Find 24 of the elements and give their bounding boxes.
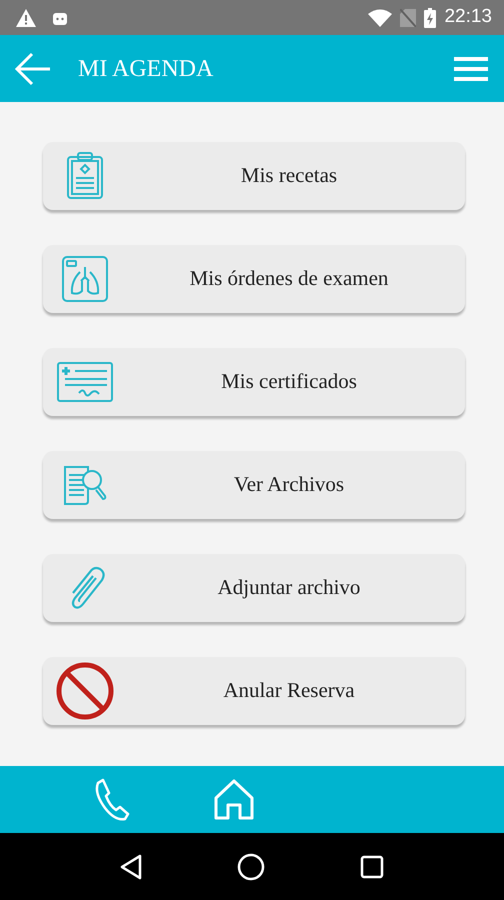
no-sim-icon <box>400 8 416 26</box>
menu-button[interactable]: Mis certificados <box>43 348 465 416</box>
menu-button[interactable]: Ver Archivos <box>43 451 465 519</box>
back-nav-icon[interactable] <box>120 854 142 880</box>
menu-button[interactable]: Anular Reserva <box>43 657 465 725</box>
lungs-xray-icon <box>61 255 109 303</box>
page-title: MI AGENDA <box>78 54 214 84</box>
home-nav-icon[interactable] <box>237 852 265 880</box>
wifi-icon <box>368 8 392 26</box>
menu-button[interactable]: Mis recetas <box>43 142 465 210</box>
warning-icon <box>16 8 36 26</box>
back-arrow-icon[interactable] <box>14 52 52 86</box>
certificate-icon <box>57 362 113 402</box>
prohibited-icon <box>56 662 114 720</box>
clipboard-icon <box>66 152 104 200</box>
document-search-icon <box>62 463 108 507</box>
home-icon[interactable] <box>213 778 255 820</box>
recents-nav-icon[interactable] <box>360 854 384 878</box>
menu-icon[interactable] <box>454 56 488 80</box>
menu-button[interactable]: Adjuntar archivo <box>43 554 465 622</box>
battery-icon <box>424 8 436 28</box>
phone-icon[interactable] <box>95 778 131 822</box>
status-time: 22:13 <box>444 5 492 30</box>
menu-button[interactable]: Mis órdenes de examen <box>43 245 465 313</box>
